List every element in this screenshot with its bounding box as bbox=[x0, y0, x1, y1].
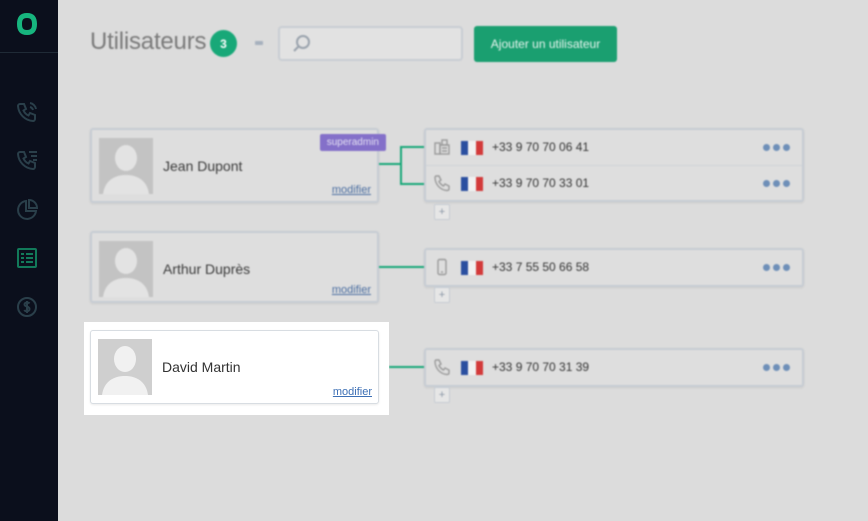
mobile-icon bbox=[437, 258, 447, 276]
phone-number: +33 9 70 70 31 39 bbox=[492, 360, 590, 374]
france-flag-icon bbox=[461, 177, 483, 191]
call-list-icon[interactable] bbox=[15, 148, 39, 172]
billing-dollar-icon[interactable] bbox=[15, 295, 39, 319]
edit-user-link[interactable]: modifier bbox=[332, 284, 371, 296]
avatar bbox=[99, 241, 153, 297]
add-user-button[interactable]: Ajouter un utilisateur bbox=[474, 26, 617, 62]
logo-icon[interactable] bbox=[14, 11, 40, 37]
edit-user-link[interactable]: modifier bbox=[332, 184, 371, 196]
phone-icon bbox=[434, 175, 450, 192]
avatar-silhouette-icon bbox=[99, 241, 153, 297]
search-icon bbox=[293, 35, 310, 52]
add-line-button[interactable]: + bbox=[434, 387, 450, 403]
fax-icon bbox=[434, 139, 450, 155]
user-count-badge: 3 bbox=[210, 30, 237, 57]
avatar-silhouette-icon bbox=[99, 138, 153, 194]
search-input[interactable] bbox=[278, 26, 463, 61]
more-options-icon[interactable] bbox=[763, 364, 790, 371]
phone-line-row[interactable]: +33 9 70 70 06 41 bbox=[426, 130, 802, 165]
sidebar-divider bbox=[0, 52, 58, 53]
phone-line-row[interactable]: +33 9 70 70 31 39 bbox=[426, 350, 802, 385]
role-badge: superadmin bbox=[319, 134, 386, 151]
edit-user-link[interactable]: modifier bbox=[333, 386, 372, 398]
france-flag-icon bbox=[461, 361, 483, 375]
line-connector bbox=[379, 163, 401, 165]
line-connector bbox=[389, 366, 426, 368]
add-line-button[interactable]: + bbox=[434, 287, 450, 303]
users-list-icon[interactable] bbox=[15, 246, 39, 270]
france-flag-icon bbox=[461, 261, 483, 275]
more-options-icon[interactable] bbox=[763, 264, 790, 271]
sidebar bbox=[0, 0, 58, 521]
add-line-button[interactable]: + bbox=[434, 204, 450, 220]
more-options-icon[interactable] bbox=[763, 144, 790, 151]
phone-line-row[interactable]: +33 9 70 70 33 01 bbox=[426, 165, 802, 200]
line-connector bbox=[400, 146, 426, 148]
phone-number: +33 9 70 70 06 41 bbox=[492, 140, 590, 154]
user-card-arthur-dupres: Arthur Duprès modifier bbox=[90, 231, 379, 303]
phone-icon bbox=[434, 359, 450, 376]
more-options-icon[interactable] bbox=[763, 180, 790, 187]
user-name: David Martin bbox=[162, 359, 241, 375]
line-connector bbox=[379, 266, 426, 268]
avatar bbox=[99, 138, 153, 194]
user-name: Arthur Duprès bbox=[163, 261, 251, 277]
avatar-silhouette-icon bbox=[98, 339, 152, 395]
user-name: Jean Dupont bbox=[163, 158, 243, 174]
line-connector bbox=[400, 183, 426, 185]
phone-number: +33 7 55 50 66 58 bbox=[492, 260, 590, 274]
phone-line-row[interactable]: +33 7 55 50 66 58 bbox=[426, 250, 802, 285]
stats-pie-icon[interactable] bbox=[15, 198, 39, 222]
phone-number: +33 9 70 70 33 01 bbox=[492, 176, 590, 190]
user-card-david-martin[interactable]: David Martin modifier bbox=[90, 330, 379, 404]
phone-lines-group: +33 9 70 70 06 41 +33 9 70 70 33 01 bbox=[424, 128, 804, 202]
line-connector bbox=[400, 146, 402, 185]
phone-lines-group: +33 7 55 50 66 58 bbox=[424, 248, 804, 287]
phone-lines-group: +33 9 70 70 31 39 bbox=[424, 348, 804, 387]
calls-icon[interactable] bbox=[15, 100, 39, 124]
page-title: Utilisateurs bbox=[90, 28, 207, 55]
user-card-jean-dupont: Jean Dupont superadmin modifier bbox=[90, 128, 386, 203]
avatar bbox=[98, 339, 152, 395]
france-flag-icon bbox=[461, 141, 483, 155]
separator-dash bbox=[255, 41, 263, 45]
